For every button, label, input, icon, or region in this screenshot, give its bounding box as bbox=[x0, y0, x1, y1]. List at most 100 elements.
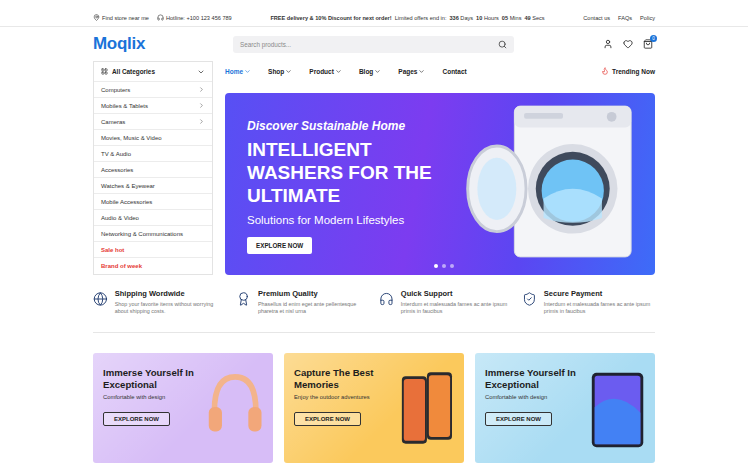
cart-button[interactable]: 0 bbox=[643, 39, 653, 49]
nav-item[interactable]: Blog bbox=[359, 68, 381, 75]
category-item[interactable]: Mobile Accessories bbox=[94, 193, 212, 209]
feature-title: Shipping Wordwide bbox=[115, 289, 226, 298]
promo-subtitle: Comfortable with design bbox=[103, 394, 165, 400]
trending-link[interactable]: Trending Now bbox=[601, 67, 655, 75]
chevron-down-icon bbox=[197, 68, 205, 76]
top-bar: Find store near me Hotline: +100 123 456 … bbox=[0, 0, 748, 27]
category-item[interactable]: Networking & Communications bbox=[94, 225, 212, 241]
chevron-right-icon bbox=[198, 86, 205, 93]
shield-icon bbox=[522, 289, 537, 309]
chevron-down-icon bbox=[244, 68, 251, 75]
countdown-unit: 05 Mins bbox=[502, 15, 522, 21]
promo-cards: Immerse Yourself In Exceptional Comfortab… bbox=[93, 353, 655, 463]
tablet-image bbox=[588, 367, 647, 453]
hero-banner: Discover Sustainable Home INTELLIGENT WAS… bbox=[225, 93, 655, 275]
washer-image bbox=[456, 99, 641, 264]
hero-title: INTELLIGENT WASHERS FOR THE ULTIMATE bbox=[247, 139, 456, 207]
top-left: Find store near me Hotline: +100 123 456 … bbox=[93, 14, 232, 21]
nav-item[interactable]: Pages bbox=[398, 68, 425, 75]
nav-item[interactable]: Shop bbox=[268, 68, 292, 75]
flame-icon bbox=[601, 67, 609, 75]
main: All CategoriesComputersMobiles & Tablets… bbox=[0, 61, 748, 275]
chevron-right-icon bbox=[198, 102, 205, 109]
top-link[interactable]: Contact us bbox=[583, 15, 610, 21]
map-pin-icon bbox=[93, 14, 100, 21]
feature-title: Secure Payment bbox=[544, 289, 655, 298]
category-item[interactable]: Watches & Eyewear bbox=[94, 177, 212, 193]
feature-text: Interdum et malesuada fames ac ante ipsu… bbox=[544, 301, 655, 316]
category-item[interactable]: Mobiles & Tablets bbox=[94, 97, 212, 113]
slider-dot[interactable] bbox=[434, 264, 438, 268]
promo-title: Capture The Best Memories bbox=[294, 367, 398, 391]
slider-dot[interactable] bbox=[450, 264, 454, 268]
chevron-down-icon bbox=[374, 68, 381, 75]
category-item[interactable]: Movies, Music & Video bbox=[94, 129, 212, 145]
slider-dot[interactable] bbox=[442, 264, 446, 268]
header: MoqlixSearch products... 0 bbox=[0, 27, 748, 61]
countdown-unit: 49 Secs bbox=[524, 15, 544, 21]
feature-item: Secure Payment Interdum et malesuada fame… bbox=[522, 289, 655, 316]
top-link[interactable]: Policy bbox=[640, 15, 655, 21]
promo-button[interactable]: EXPLORE NOW bbox=[103, 412, 170, 426]
category-item[interactable]: Audio & Video bbox=[94, 209, 212, 225]
countdown-unit: 336 Days bbox=[449, 15, 473, 21]
hero-subtitle: Solutions for Modern Lifestyles bbox=[247, 214, 404, 226]
nav-list: Home Shop Product Blog Pages Contact bbox=[225, 68, 467, 75]
headset-icon bbox=[157, 14, 164, 21]
feature-title: Premium Quality bbox=[258, 289, 369, 298]
feature-text: Shop your favorite items without worryin… bbox=[115, 301, 226, 316]
promo-button[interactable]: EXPLORE NOW bbox=[485, 412, 552, 426]
category-item[interactable]: Sale hot bbox=[94, 241, 212, 257]
category-item[interactable]: TV & Audio bbox=[94, 145, 212, 161]
slider-dots bbox=[247, 264, 641, 269]
page: Find store near me Hotline: +100 123 456 … bbox=[0, 0, 748, 465]
search-icon[interactable] bbox=[498, 40, 507, 49]
logo[interactable]: Moqlix bbox=[93, 34, 233, 54]
feature-item: Premium QualityPhasellus id enim eget an… bbox=[236, 289, 369, 316]
cart-badge: 0 bbox=[650, 35, 657, 42]
category-item[interactable]: Computers bbox=[94, 81, 212, 97]
chevron-down-icon bbox=[285, 68, 292, 75]
nav-item[interactable]: Home bbox=[225, 68, 251, 75]
promo-subtitle: Comfortable with design bbox=[485, 394, 547, 400]
promo-title: Immerse Yourself In Exceptional bbox=[485, 367, 588, 391]
promo-text: FREE delivery & 10% Discount for next or… bbox=[270, 15, 544, 21]
grid-icon bbox=[101, 68, 108, 75]
promo-title: Immerse Yourself In Exceptional bbox=[103, 367, 205, 391]
feature-text: Interdum et malesuada fames ac ante ipsu… bbox=[401, 301, 512, 316]
nav-item[interactable]: Contact bbox=[442, 68, 466, 75]
hotline: Hotline: +100 123 456 789 bbox=[157, 14, 232, 21]
header-icons: 0 bbox=[514, 39, 655, 49]
promo-button[interactable]: EXPLORE NOW bbox=[294, 412, 361, 426]
features-row: Shipping Wordwide Shop your favorite item… bbox=[93, 289, 655, 333]
category-item[interactable]: Cameras bbox=[94, 113, 212, 129]
store-locator[interactable]: Find store near me bbox=[93, 14, 149, 21]
promo-card: Capture The Best Memories Enjoy the outdo… bbox=[284, 353, 464, 463]
categories-panel: All CategoriesComputersMobiles & Tablets… bbox=[93, 61, 213, 275]
feature-title: Quick Support bbox=[401, 289, 512, 298]
feature-item: Shipping Wordwide Shop your favorite item… bbox=[93, 289, 226, 316]
award-icon bbox=[236, 289, 251, 309]
nav-item[interactable]: Product bbox=[309, 68, 342, 75]
hero-eyebrow: Discover Sustainable Home bbox=[247, 119, 405, 133]
phones-image bbox=[398, 367, 456, 451]
promo-card: Immerse Yourself In Exceptional Comfortab… bbox=[93, 353, 273, 463]
user-icon[interactable] bbox=[603, 39, 613, 49]
promo-message: FREE delivery & 10% Discount for next or… bbox=[270, 15, 391, 21]
top-link[interactable]: FAQs bbox=[618, 15, 632, 21]
top-links: Contact us FAQs Policy bbox=[583, 15, 655, 21]
explore-button[interactable]: EXPLORE NOW bbox=[247, 237, 312, 254]
countdown-unit: 10 Hours bbox=[476, 15, 499, 21]
support-icon bbox=[379, 289, 394, 309]
category-item[interactable]: Brand of week bbox=[94, 257, 212, 273]
category-item[interactable]: Accessories bbox=[94, 161, 212, 177]
hero-text: Discover Sustainable Home INTELLIGENT WAS… bbox=[247, 109, 456, 253]
promo-subtitle: Enjoy the outdoor adventures bbox=[294, 394, 370, 400]
heart-icon[interactable] bbox=[623, 39, 633, 49]
offer-label: Limited offers end in: bbox=[395, 15, 447, 21]
categories-header[interactable]: All Categories bbox=[94, 62, 212, 81]
promo-card: Immerse Yourself In Exceptional Comfortab… bbox=[475, 353, 655, 463]
globe-icon bbox=[93, 289, 108, 309]
feature-item: Quick Support Interdum et malesuada fames… bbox=[379, 289, 512, 316]
search-field[interactable]: Search products... bbox=[233, 36, 514, 53]
